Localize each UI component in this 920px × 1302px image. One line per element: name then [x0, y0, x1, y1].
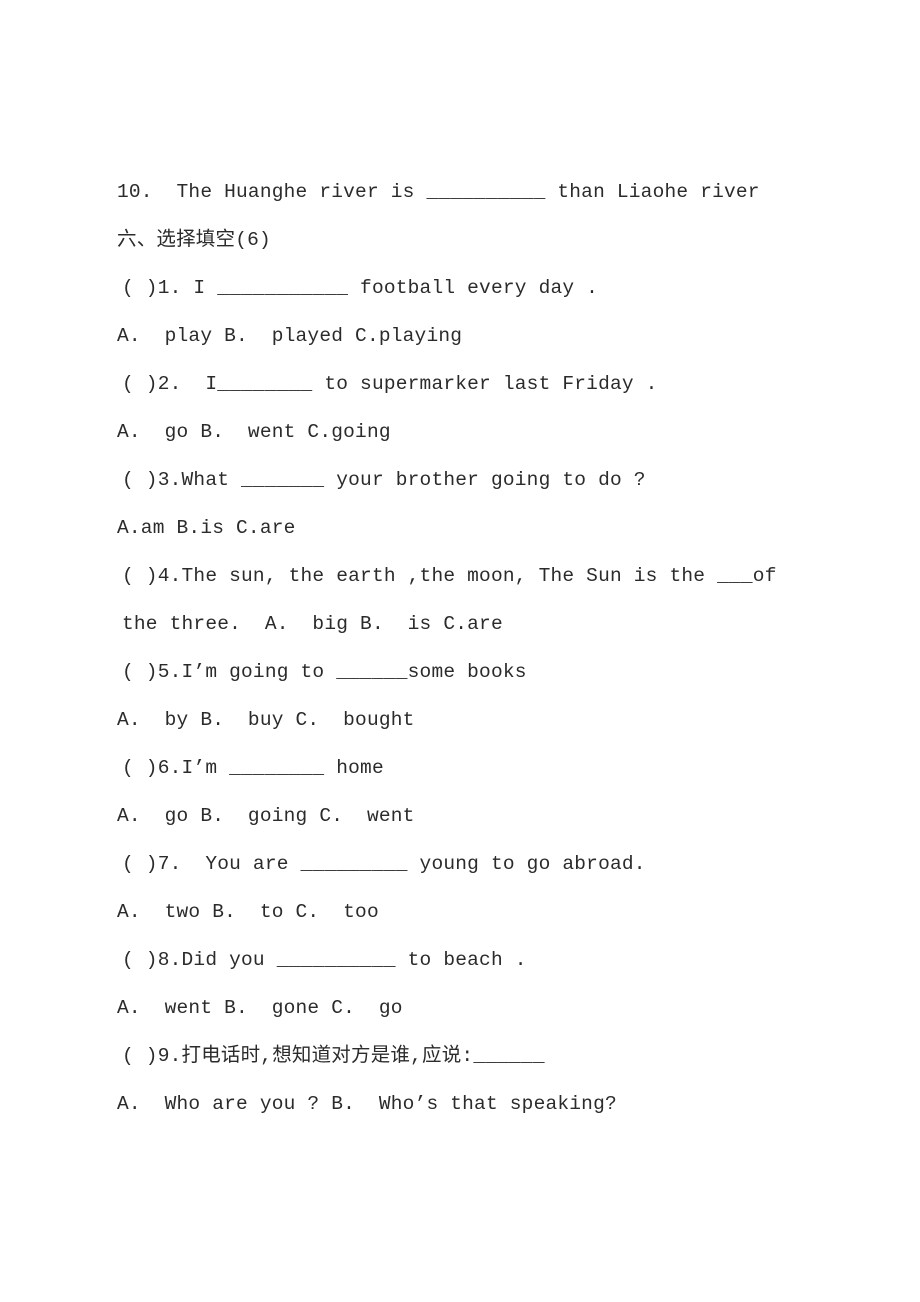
carryover-question-10: 10. The Huanghe river is __________ than… — [117, 181, 760, 203]
question-9-options: A. Who are you ? B. Who’s that speaking? — [117, 1093, 617, 1115]
worksheet-text-column: 10. The Huanghe river is __________ than… — [117, 168, 822, 1128]
question-6-options: A. go B. going C. went — [117, 805, 415, 827]
question-5-options: A. by B. buy C. bought — [117, 709, 415, 731]
question-8-stem: ( )8.Did you __________ to beach . — [122, 949, 527, 971]
question-8-options: A. went B. gone C. go — [117, 997, 403, 1019]
question-1-stem: ( )1. I ___________ football every day . — [122, 277, 599, 299]
question-2-options: A. go B. went C.going — [117, 421, 391, 443]
question-1-options: A. play B. played C.playing — [117, 325, 463, 347]
question-3-options: A.am B.is C.are — [117, 517, 296, 539]
question-7-options: A. two B. to C. too — [117, 901, 379, 923]
question-3-stem: ( )3.What _______ your brother going to … — [122, 469, 646, 491]
question-2-stem: ( )2. I________ to supermarker last Frid… — [122, 373, 658, 395]
question-7-stem: ( )7. You are _________ young to go abro… — [122, 853, 646, 875]
question-9-stem: ( )9.打电话时,想知道对方是谁,应说:______ — [122, 1045, 545, 1067]
question-4-stem: ( )4.The sun, the earth ,the moon, The S… — [122, 565, 789, 635]
section-heading-multiple-choice: 六、选择填空(6) — [117, 229, 271, 251]
question-5-stem: ( )5.I’m going to ______some books — [122, 661, 527, 683]
question-6-stem: ( )6.I’m ________ home — [122, 757, 384, 779]
document-page: 10. The Huanghe river is __________ than… — [0, 0, 920, 1302]
